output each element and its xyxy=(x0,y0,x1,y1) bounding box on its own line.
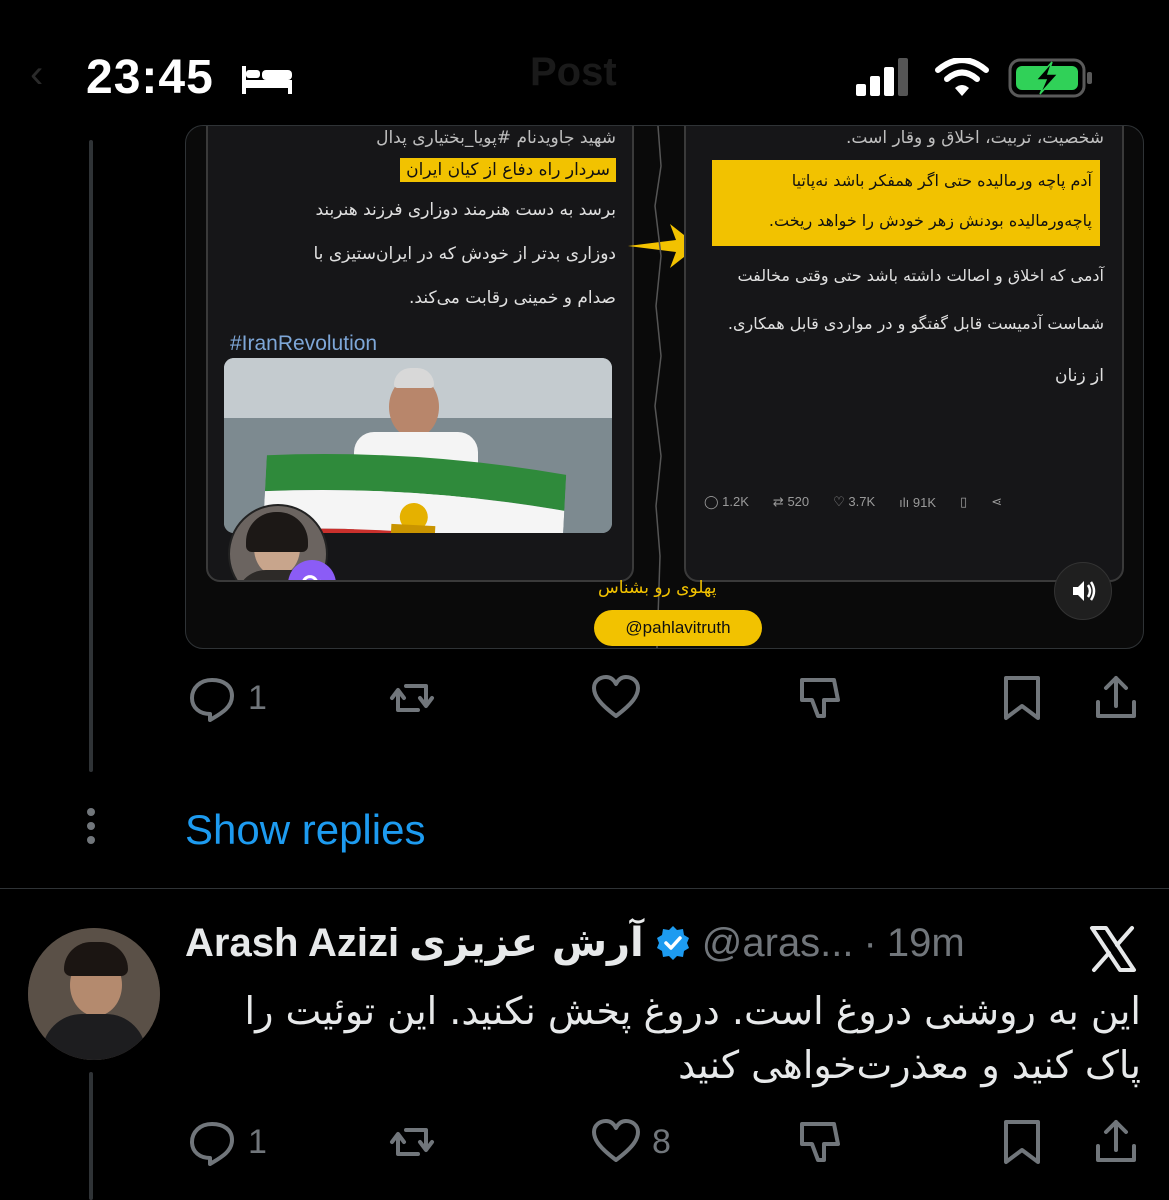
right-highlight-block: آدم پاچه ورمالیده حتی اگر همفکر باشد نه‌… xyxy=(712,160,1100,246)
embedded-bookmark-icon: ▯ xyxy=(960,494,968,509)
reply-button[interactable]: 1 xyxy=(186,1116,267,1168)
speaker-icon xyxy=(1073,581,1096,601)
right-line-1: شخصیت، تربیت، اخلاق و وقار است. xyxy=(845,128,1104,148)
like-button[interactable]: 8 xyxy=(590,1116,671,1168)
tweet-header: Arash Azizi آرش عزیزی @aras... · 19m xyxy=(185,920,965,966)
volume-button[interactable] xyxy=(1054,562,1112,620)
reply-count: 1 xyxy=(248,678,267,717)
watermark-handle: @pahlavitruth xyxy=(594,610,762,646)
hashtag-link[interactable]: #IranRevolution xyxy=(230,332,377,356)
thread-line xyxy=(89,140,93,772)
x-logo-icon xyxy=(1090,926,1136,972)
embedded-views-stat: ılı 91K xyxy=(899,494,937,510)
bookmark-icon xyxy=(1004,1120,1040,1164)
creator-hair xyxy=(246,512,308,552)
embedded-stats-row: ◯ 1.2K ⇄ 520 ♡ 3.7K ılı 91K ▯ ⋖ xyxy=(704,494,1002,510)
share-icon xyxy=(1096,1120,1136,1162)
embedded-reply-stat: ◯ 1.2K xyxy=(704,494,749,509)
thumbs-down-icon xyxy=(800,1122,840,1162)
author-handle[interactable]: @aras... xyxy=(702,921,854,966)
left-highlight: سردار راه دفاع از کیان ایران xyxy=(400,158,616,182)
embedded-screenshot-right: شخصیت، تربیت، اخلاق و وقار است. آدم پاچه… xyxy=(684,126,1124,582)
heart-icon xyxy=(592,1119,640,1162)
author-name-fa[interactable]: آرش عزیزی xyxy=(409,920,644,966)
thumbs-down-icon xyxy=(800,678,840,718)
more-replies-dots-icon xyxy=(86,808,96,848)
avatar[interactable] xyxy=(28,928,160,1060)
left-line-5: صدام و خمینی رقابت می‌کند. xyxy=(409,288,616,308)
share-button[interactable] xyxy=(1090,1116,1142,1168)
bookmark-icon xyxy=(1004,676,1040,720)
thread-line xyxy=(89,1072,93,1200)
reply-button[interactable]: 1 xyxy=(186,672,267,724)
verified-badge-icon xyxy=(656,926,689,960)
repost-icon xyxy=(390,684,434,712)
reply-icon xyxy=(190,1122,234,1166)
right-line-6: از زنان xyxy=(1055,366,1104,386)
cellular-signal-icon xyxy=(856,58,908,96)
right-line-2: آدم پاچه ورمالیده حتی اگر همفکر باشد نه‌… xyxy=(791,171,1092,190)
left-line-4: دوزاری بدتر از خودش که در ایران‌ستیزی با xyxy=(313,244,617,264)
header-separator: · xyxy=(863,920,877,965)
repost-button[interactable] xyxy=(386,1116,438,1168)
embedded-like-stat: ♡ 3.7K xyxy=(833,494,876,509)
right-line-3: پاچه‌ورمالیده بودنش زهر خودش را خواهد ری… xyxy=(768,211,1092,230)
left-line-3: برسد به دست هنرمند دوزاری فرزند هنربند xyxy=(315,200,616,220)
embedded-share-icon: ⋖ xyxy=(991,494,1003,509)
divider xyxy=(0,888,1169,889)
like-count: 8 xyxy=(652,1122,671,1161)
repost-button[interactable] xyxy=(386,672,438,724)
torn-divider xyxy=(654,126,662,648)
dislike-button[interactable] xyxy=(794,672,846,724)
watermark-title: پهلوی رو بشناس xyxy=(598,578,717,598)
back-chevron-icon[interactable]: ‹ xyxy=(30,52,43,97)
page-title: Post xyxy=(530,50,617,94)
tweet-time[interactable]: 19m xyxy=(887,921,965,966)
reply-icon xyxy=(190,678,234,722)
status-bar: ‹ 23:45 Post xyxy=(0,0,1169,140)
right-line-4: آدمی که اخلاق و اصالت داشته باشد حتی وقت… xyxy=(737,266,1104,285)
status-time: 23:45 xyxy=(86,51,214,104)
repost-icon xyxy=(390,1128,434,1156)
like-button[interactable] xyxy=(590,672,642,724)
embedded-repost-stat: ⇄ 520 xyxy=(772,494,810,509)
wifi-icon xyxy=(935,58,989,96)
right-line-5: شماست آدمیست قابل گفتگو و در مواردی قابل… xyxy=(727,314,1104,333)
left-line-2: سردار راه دفاع از کیان ایران xyxy=(224,148,616,192)
bookmark-button[interactable] xyxy=(996,672,1048,724)
dislike-button[interactable] xyxy=(794,1116,846,1168)
battery-charging-icon xyxy=(1008,58,1092,98)
sleep-focus-icon xyxy=(242,66,292,94)
share-icon xyxy=(1096,676,1136,718)
person-hair xyxy=(394,368,434,388)
author-name[interactable]: Arash Azizi xyxy=(185,921,399,966)
share-button[interactable] xyxy=(1090,672,1142,724)
media-video[interactable]: شهید جاویدنام #پویا_بختیاری پدال سردار ر… xyxy=(185,125,1144,649)
heart-icon xyxy=(592,675,640,718)
tweet-body: این به روشنی دروغ است. دروغ پخش نکنید. ا… xyxy=(244,989,1141,1087)
reply-count: 1 xyxy=(248,1122,267,1161)
show-replies-link[interactable]: Show replies xyxy=(185,806,425,854)
bookmark-button[interactable] xyxy=(996,1116,1048,1168)
embedded-screenshot-left: شهید جاویدنام #پویا_بختیاری پدال سردار ر… xyxy=(206,126,634,582)
